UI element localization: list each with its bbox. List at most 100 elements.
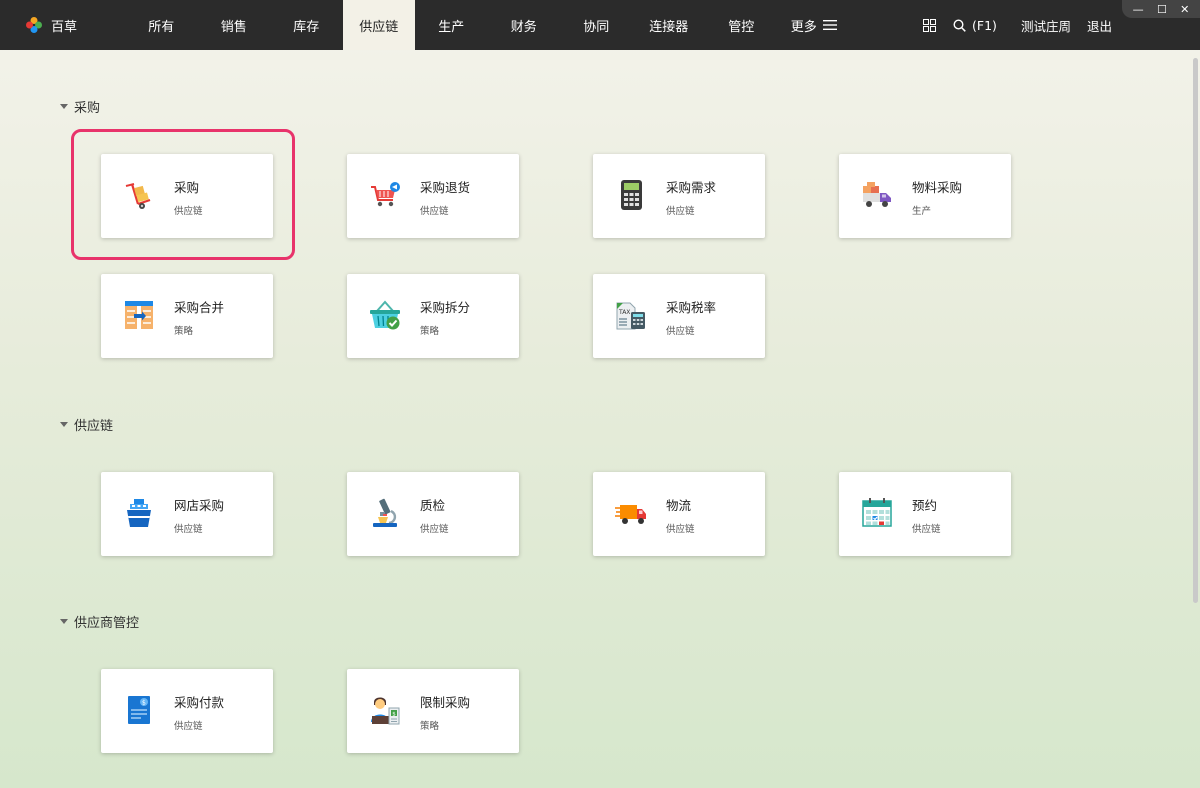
microscope-icon [373,498,397,527]
card-title: 采购退货 [420,180,471,195]
card-title: 网店采购 [174,498,225,513]
nav-label: 供应链 [359,19,399,35]
nav-supply-chain[interactable]: 供应链 [342,0,415,50]
nav-connector[interactable]: 连接器 [633,0,706,50]
card-purchase-split[interactable]: 采购拆分 策略 [347,274,519,358]
nav-label: 库存 [293,19,320,35]
card-title: 预约 [912,498,938,513]
caret-down-icon [60,422,68,427]
card-title: 采购付款 [174,695,225,710]
merge-table-icon [125,301,153,329]
minimize-icon[interactable]: — [1133,4,1144,15]
nav-production[interactable]: 生产 [415,0,488,50]
card-title: 物料采购 [912,180,963,195]
nav-label: 销售 [220,19,247,35]
card-subtitle: 策略 [420,721,440,732]
card-title: 采购 [174,180,200,195]
card-logistics[interactable]: 物流 供应链 [593,472,765,556]
nav-control[interactable]: 管控 [705,0,778,50]
card-subtitle: 生产 [912,206,932,217]
card-title: 物流 [666,498,692,513]
pinwheel-logo-icon [26,17,42,33]
caret-down-icon [60,619,68,624]
card-material-purchase[interactable]: 物料采购 生产 [839,154,1011,238]
nav-label: 更多 [790,19,817,35]
cargo-ship-icon [127,499,151,527]
hand-truck-boxes-icon [125,183,151,209]
nav-inventory[interactable]: 库存 [270,0,343,50]
payment-document-icon: $ [128,696,150,724]
scrollbar[interactable] [1193,58,1198,603]
caret-down-icon [60,104,68,109]
hamburger-menu-icon [822,20,837,30]
search-shortcut: (F1) [972,17,997,33]
card-title: 限制采购 [420,695,471,710]
search-icon [953,18,966,32]
card-quality-inspection[interactable]: 质检 供应链 [347,472,519,556]
nav-label: 所有 [148,19,175,35]
section-title: 供应链 [74,419,114,434]
svg-text:TAX: TAX [618,309,630,316]
card-title: 质检 [420,498,446,513]
nav-label: 财务 [510,19,537,35]
close-icon[interactable]: ✕ [1180,4,1189,15]
person-money-icon: $ [371,697,400,725]
card-purchase[interactable]: 采购 供应链 [101,154,273,238]
card-purchase-merge[interactable]: 采购合并 策略 [101,274,273,358]
logout-button[interactable]: 退出 [1087,0,1112,50]
nav-label: 连接器 [649,19,689,35]
card-subtitle: 供应链 [912,524,941,535]
grid-icon [923,18,936,32]
nav-label: 生产 [438,19,465,35]
card-title: 采购合并 [174,300,225,315]
card-subtitle: 供应链 [666,326,695,337]
user-label: 测试庄周 [1021,18,1072,34]
card-purchase-demand[interactable]: 采购需求 供应链 [593,154,765,238]
calculator-icon [621,180,642,210]
cart-return-icon [371,182,400,207]
app-logo[interactable]: 百草 [25,0,77,50]
card-restricted-purchase[interactable]: $ 限制采购 策略 [347,669,519,753]
card-subtitle: 供应链 [666,524,695,535]
fast-truck-icon [615,505,646,524]
app-name: 百草 [51,19,78,35]
basket-check-icon [370,300,400,330]
nav-finance[interactable]: 财务 [488,0,561,50]
section-supply-chain-header[interactable]: 供应链 [60,415,113,434]
nav-more[interactable]: 更多 [778,0,851,50]
card-subtitle: 供应链 [420,524,449,535]
user-name[interactable]: 测试庄周 [1021,0,1071,50]
card-subtitle: 供应链 [174,721,203,732]
nav-label: 管控 [728,19,755,35]
nav-collaboration[interactable]: 协同 [560,0,633,50]
card-title: 采购税率 [666,300,717,315]
maximize-icon[interactable]: ☐ [1157,4,1167,15]
card-subtitle: 策略 [420,326,440,337]
card-subtitle: 供应链 [666,206,695,217]
delivery-van-icon [863,182,891,207]
card-purchase-tax[interactable]: TAX 采购税率 供应链 [593,274,765,358]
nav-sales[interactable]: 销售 [198,0,271,50]
section-title: 供应商管控 [74,616,140,631]
main-nav: 所有 销售 库存 供应链 生产 财务 协同 连接器 管控 更多 [125,0,850,50]
svg-text:$: $ [392,711,396,717]
grid-apps-button[interactable] [923,0,936,50]
card-title: 采购拆分 [420,300,471,315]
window-controls: — ☐ ✕ [1122,0,1200,18]
card-title: 采购需求 [666,180,717,195]
card-purchase-return[interactable]: 采购退货 供应链 [347,154,519,238]
search-button[interactable]: (F1) [953,0,997,50]
section-purchase-header[interactable]: 采购 [60,97,100,116]
card-subtitle: 策略 [174,326,194,337]
card-online-store-purchase[interactable]: 网店采购 供应链 [101,472,273,556]
calendar-check-icon [862,498,892,527]
nav-all[interactable]: 所有 [125,0,198,50]
tax-calculator-icon: TAX [616,302,645,330]
card-subtitle: 供应链 [174,206,203,217]
svg-text:$: $ [142,700,146,707]
section-supplier-control-header[interactable]: 供应商管控 [60,612,139,631]
card-purchase-payment[interactable]: $ 采购付款 供应链 [101,669,273,753]
card-appointment[interactable]: 预约 供应链 [839,472,1011,556]
nav-label: 协同 [583,19,610,35]
section-title: 采购 [74,101,101,116]
